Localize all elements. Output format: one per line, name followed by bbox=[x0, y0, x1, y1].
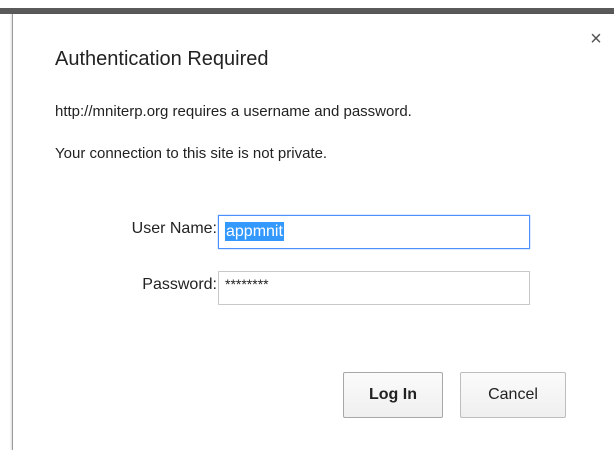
username-value: appmnit bbox=[225, 222, 284, 241]
close-icon[interactable]: × bbox=[587, 29, 605, 49]
password-field[interactable]: ******** bbox=[218, 271, 530, 305]
auth-message: http://mniterp.org requires a username a… bbox=[55, 103, 412, 120]
password-value: ******** bbox=[225, 276, 269, 292]
privacy-warning: Your connection to this site is not priv… bbox=[55, 145, 328, 162]
password-label: Password: bbox=[142, 276, 217, 293]
username-field[interactable]: appmnit bbox=[218, 215, 530, 249]
username-label: User Name: bbox=[131, 220, 217, 237]
dialog-title: Authentication Required bbox=[55, 48, 269, 70]
cancel-button[interactable]: Cancel bbox=[460, 372, 566, 418]
login-button[interactable]: Log In bbox=[343, 372, 443, 418]
auth-dialog: × Authentication Required http://mniterp… bbox=[12, 14, 614, 450]
background-page bbox=[0, 0, 614, 14]
